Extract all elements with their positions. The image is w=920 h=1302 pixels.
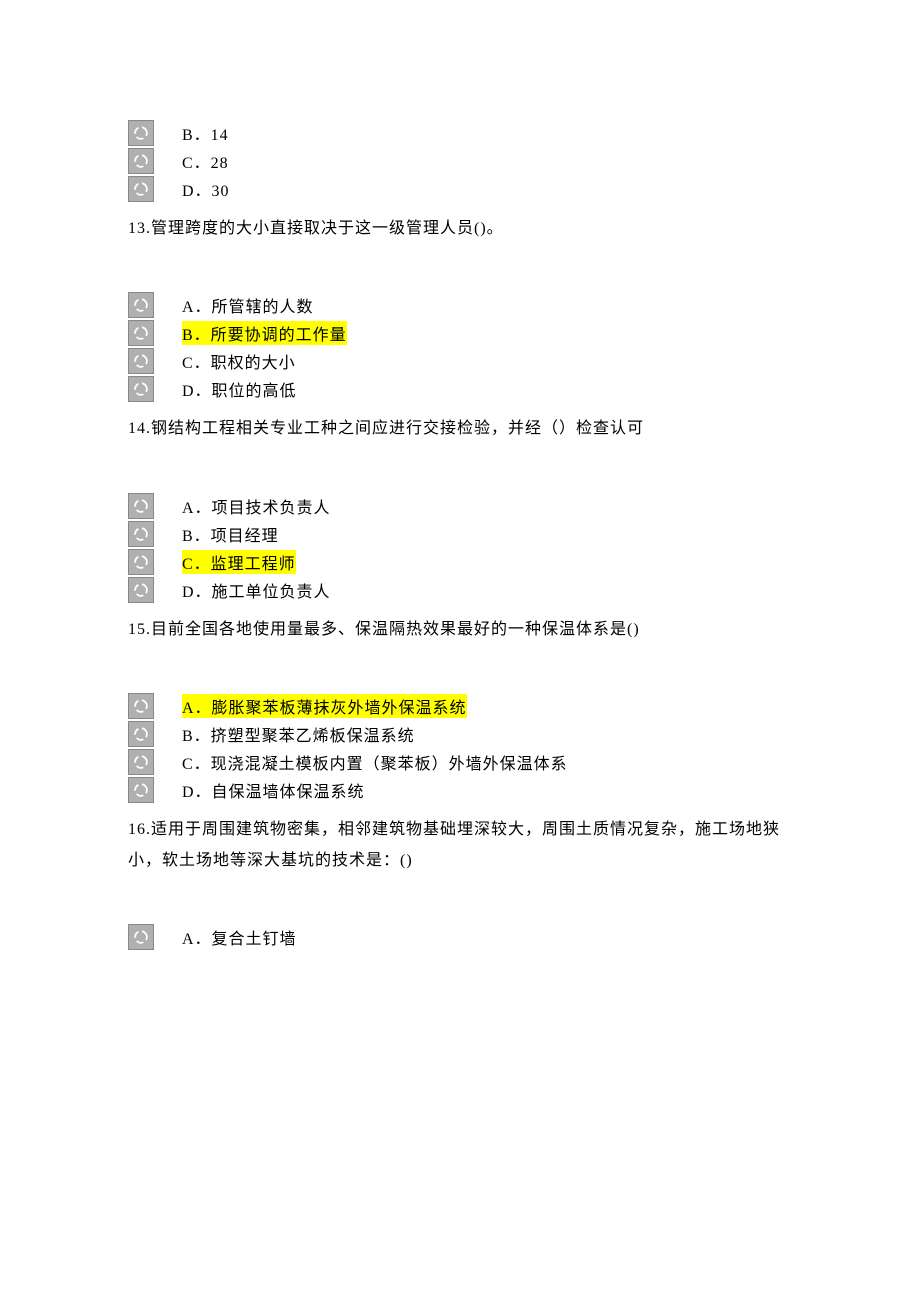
option-row[interactable]: A．所管辖的人数 — [128, 292, 920, 318]
option-row[interactable]: B．所要协调的工作量 — [128, 320, 920, 346]
option-label: A．膨胀聚苯板薄抹灰外墙外保温系统 — [182, 694, 467, 718]
radio-icon[interactable] — [128, 777, 154, 803]
option-row[interactable]: D．职位的高低 — [128, 376, 920, 402]
question-text: 13.管理跨度的大小直接取决于这一级管理人员()。 — [128, 214, 808, 244]
option-row[interactable]: D．30 — [128, 176, 920, 202]
radio-icon[interactable] — [128, 924, 154, 950]
radio-icon[interactable] — [128, 693, 154, 719]
option-row[interactable]: D．施工单位负责人 — [128, 577, 920, 603]
option-label: D．施工单位负责人 — [182, 578, 331, 602]
option-row[interactable]: B．14 — [128, 120, 920, 146]
option-label: B．14 — [182, 121, 229, 145]
option-label: C．现浇混凝土模板内置（聚苯板）外墙外保温体系 — [182, 750, 568, 774]
option-row[interactable]: D．自保温墙体保温系统 — [128, 777, 920, 803]
radio-icon[interactable] — [128, 292, 154, 318]
option-row[interactable]: C．28 — [128, 148, 920, 174]
question-text: 15.目前全国各地使用量最多、保温隔热效果最好的一种保温体系是() — [128, 615, 808, 645]
option-label: A．项目技术负责人 — [182, 494, 331, 518]
radio-icon[interactable] — [128, 376, 154, 402]
question-text: 14.钢结构工程相关专业工种之间应进行交接检验，并经（）检查认可 — [128, 414, 808, 444]
radio-icon[interactable] — [128, 176, 154, 202]
option-label: D．职位的高低 — [182, 377, 297, 401]
option-label: A．所管辖的人数 — [182, 293, 314, 317]
option-row[interactable]: A．复合土钉墙 — [128, 924, 920, 950]
radio-icon[interactable] — [128, 577, 154, 603]
radio-icon[interactable] — [128, 721, 154, 747]
question-text: 16.适用于周围建筑物密集，相邻建筑物基础埋深较大，周围土质情况复杂，施工场地狭… — [128, 815, 808, 876]
radio-icon[interactable] — [128, 749, 154, 775]
option-row[interactable]: A．膨胀聚苯板薄抹灰外墙外保温系统 — [128, 693, 920, 719]
option-label: C．职权的大小 — [182, 349, 296, 373]
option-label: B．项目经理 — [182, 522, 279, 546]
radio-icon[interactable] — [128, 148, 154, 174]
option-label: B．挤塑型聚苯乙烯板保温系统 — [182, 722, 415, 746]
option-row[interactable]: C．职权的大小 — [128, 348, 920, 374]
radio-icon[interactable] — [128, 320, 154, 346]
option-row[interactable]: C．监理工程师 — [128, 549, 920, 575]
option-row[interactable]: A．项目技术负责人 — [128, 493, 920, 519]
radio-icon[interactable] — [128, 493, 154, 519]
option-label: C．监理工程师 — [182, 550, 296, 574]
radio-icon[interactable] — [128, 549, 154, 575]
radio-icon[interactable] — [128, 521, 154, 547]
option-row[interactable]: B．项目经理 — [128, 521, 920, 547]
radio-icon[interactable] — [128, 120, 154, 146]
option-label: D．自保温墙体保温系统 — [182, 778, 365, 802]
exam-content: B．14 C．28 D．30 13.管理跨度的大小直接取决于这一级管理人员()。 A．所… — [128, 120, 920, 950]
option-row[interactable]: C．现浇混凝土模板内置（聚苯板）外墙外保温体系 — [128, 749, 920, 775]
option-label: A．复合土钉墙 — [182, 925, 297, 949]
option-label: C．28 — [182, 149, 229, 173]
option-label: D．30 — [182, 177, 230, 201]
radio-icon[interactable] — [128, 348, 154, 374]
option-label: B．所要协调的工作量 — [182, 321, 347, 345]
option-row[interactable]: B．挤塑型聚苯乙烯板保温系统 — [128, 721, 920, 747]
